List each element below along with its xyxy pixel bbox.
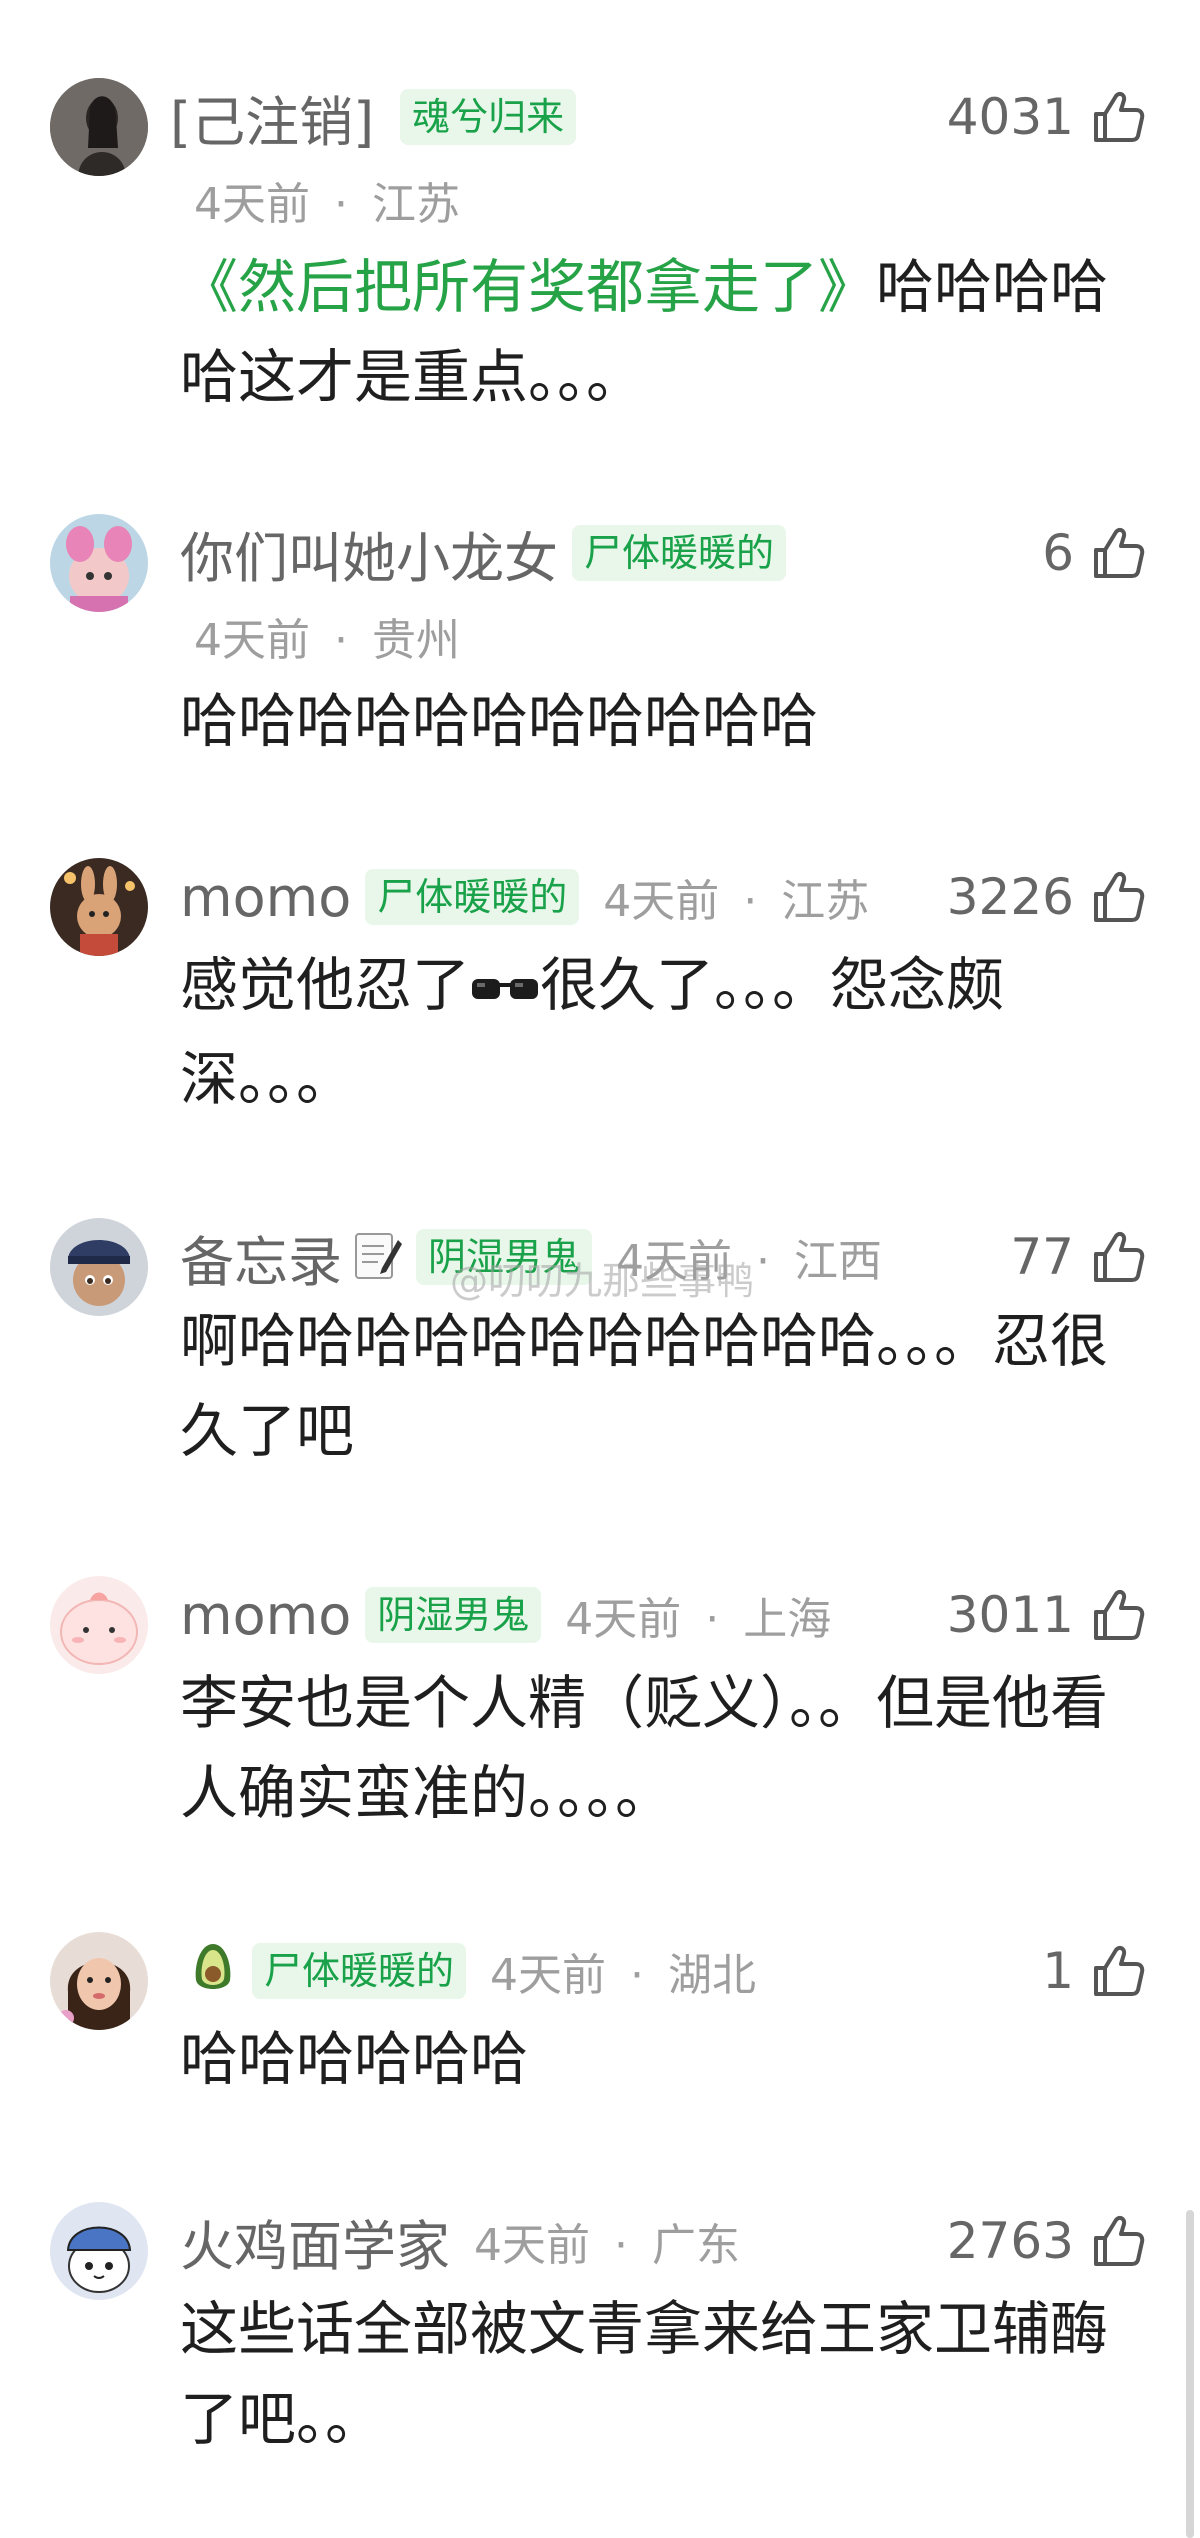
thumbs-up-icon[interactable] <box>1088 524 1146 582</box>
comment-text: 感觉他忍了 很久了。。。怨念颇深。。。 <box>180 940 1110 1124</box>
comment-text: 啊哈哈哈哈哈哈哈哈哈哈哈。。。忍很久了吧 <box>180 1307 1109 1465</box>
like-button[interactable]: 1 <box>1042 1936 1146 2006</box>
like-button[interactable]: 2763 <box>947 2206 1146 2276</box>
avocado-emoji-icon <box>188 1940 238 2002</box>
like-count: 1 <box>1042 1942 1074 2000</box>
comment-time: 4天前 <box>603 876 720 927</box>
scrollbar[interactable] <box>1186 2210 1194 2538</box>
comment-text: 这些话全部被文青拿来给王家卫辅酶了吧。。 <box>180 2295 1109 2453</box>
user-badge: 魂兮归来 <box>400 89 577 145</box>
avatar[interactable] <box>50 1576 148 1674</box>
time-location: 4天前 · 广东 <box>474 2220 740 2271</box>
time-location: 4天前 · 湖北 <box>490 1950 757 2001</box>
sunglasses-emoji-icon <box>470 944 540 1034</box>
comment-time: 4天前 <box>565 1594 682 1645</box>
comment-time: 4天前 <box>474 2220 590 2271</box>
comment-text: 李安也是个人精（贬义）。。但是他看人确实蛮准的。。。。 <box>180 1669 1109 1827</box>
memo-emoji-icon <box>352 1228 402 1286</box>
bunny-toy-avatar-icon <box>50 858 148 956</box>
thumbs-up-icon[interactable] <box>1088 1228 1146 1286</box>
thumbs-up-icon[interactable] <box>1088 88 1146 146</box>
comment-text: 哈哈哈哈哈哈 <box>180 2025 529 2093</box>
user-badge: 尸体暖暖的 <box>252 1943 467 1999</box>
like-button[interactable]: 77 <box>1010 1222 1146 1292</box>
like-count: 77 <box>1010 1228 1074 1286</box>
comment-meta: [己注销] 魂兮归来 <box>170 82 577 154</box>
username[interactable]: momo <box>180 1584 351 1647</box>
comment-item: momo 阴湿男鬼 4天前 · 上海 3011 李安也是个人精（贬义）。。但是他… <box>0 1550 1200 1920</box>
comment-meta: momo 尸体暖暖的 4天前 · 江苏 <box>180 862 869 932</box>
thumbs-up-icon[interactable] <box>1088 868 1146 926</box>
comment-item: 尸体暖暖的 4天前 · 湖北 1 哈哈哈哈哈哈 <box>0 1920 1200 2190</box>
time-location: 4天前 · 贵州 <box>194 615 460 666</box>
comment-meta: momo 阴湿男鬼 4天前 · 上海 <box>180 1580 831 1650</box>
pink-toy-avatar-icon <box>50 514 148 612</box>
like-button[interactable]: 4031 <box>947 82 1146 152</box>
time-location: 4天前 · 江苏 <box>194 179 460 230</box>
comment-location: 贵州 <box>372 615 460 666</box>
like-button[interactable]: 3226 <box>947 862 1146 932</box>
quoted-text: 《然后把所有奖都拿走了》 <box>180 253 877 321</box>
cartoon-cop-avatar-icon <box>50 1218 148 1316</box>
comment-meta: 你们叫她小龙女 尸体暖暖的 <box>180 518 787 590</box>
user-badge: 尸体暖暖的 <box>365 869 580 925</box>
like-button[interactable]: 6 <box>1042 518 1146 588</box>
username[interactable]: [己注销] <box>170 78 374 157</box>
username[interactable]: 你们叫她小龙女 <box>180 514 558 593</box>
like-count: 4031 <box>946 88 1074 146</box>
like-count: 2763 <box>946 2212 1074 2270</box>
avatar[interactable] <box>50 1218 148 1316</box>
time-location: 4天前 · 江苏 <box>603 876 870 927</box>
thumbs-up-icon[interactable] <box>1088 1942 1146 2000</box>
like-count: 3011 <box>946 1586 1074 1644</box>
comment-location: 上海 <box>743 1594 832 1645</box>
user-badge: 阴湿男鬼 <box>365 1587 542 1643</box>
comment-meta: 火鸡面学家 4天前 · 广东 <box>180 2206 740 2278</box>
comment-item: 火鸡面学家 4天前 · 广东 2763 这些话全部被文青拿来给王家卫辅酶了吧。。 <box>0 2190 1200 2538</box>
comment-item: momo 尸体暖暖的 4天前 · 江苏 3226 感觉他忍了 很久了。。。怨念颇深… <box>0 830 1200 1190</box>
like-button[interactable]: 3011 <box>947 1580 1146 1650</box>
time-location: 4天前 · 上海 <box>565 1594 832 1645</box>
comment-location: 江西 <box>794 1236 883 1287</box>
like-count: 3226 <box>946 868 1074 926</box>
comment-meta: 尸体暖暖的 4天前 · 湖北 <box>180 1936 756 2006</box>
username[interactable]: momo <box>180 866 351 929</box>
username[interactable]: 火鸡面学家 <box>180 2202 450 2281</box>
blue-hat-cartoon-avatar-icon <box>50 2202 148 2300</box>
comment-item: 你们叫她小龙女 尸体暖暖的 4天前 · 贵州 6 哈哈哈哈哈哈哈哈哈哈哈 <box>0 470 1200 830</box>
like-count: 6 <box>1042 524 1074 582</box>
user-badge: 尸体暖暖的 <box>572 525 787 581</box>
comment-text: 哈哈哈哈哈哈哈哈哈哈哈 <box>180 687 819 755</box>
watermark: @叨叨九那些事鸭 <box>450 1259 755 1303</box>
comment-item: [己注销] 魂兮归来 4天前 · 江苏 4031 《然后把所有奖都拿走了》哈哈哈… <box>0 0 1200 470</box>
girl-photo-avatar-icon <box>50 1932 148 2030</box>
comment-location: 江苏 <box>781 876 870 927</box>
person-dark-avatar-icon <box>50 78 148 176</box>
avatar[interactable] <box>50 514 148 612</box>
comment-location: 湖北 <box>668 1950 757 2001</box>
comment-time: 4天前 <box>490 1950 607 2001</box>
comment-text: 《然后把所有奖都拿走了》哈哈哈哈哈这才是重点。。。 <box>180 253 1109 411</box>
comment-item: 备忘录 阴湿男鬼 4天前 · 江西 77 啊哈哈哈哈哈哈哈哈哈哈哈。。。忍很久了… <box>0 1190 1200 1550</box>
avatar[interactable] <box>50 858 148 956</box>
thumbs-up-icon[interactable] <box>1088 2212 1146 2270</box>
comment-time: 4天前 <box>194 179 310 230</box>
username[interactable]: 备忘录 <box>180 1218 342 1297</box>
avatar[interactable] <box>50 2202 148 2300</box>
thumbs-up-icon[interactable] <box>1088 1586 1146 1644</box>
comment-location: 江苏 <box>372 179 460 230</box>
avatar[interactable] <box>50 78 148 176</box>
comment-time: 4天前 <box>194 615 310 666</box>
pink-blob-avatar-icon <box>50 1576 148 1674</box>
avatar[interactable] <box>50 1932 148 2030</box>
comment-location: 广东 <box>652 2220 740 2271</box>
